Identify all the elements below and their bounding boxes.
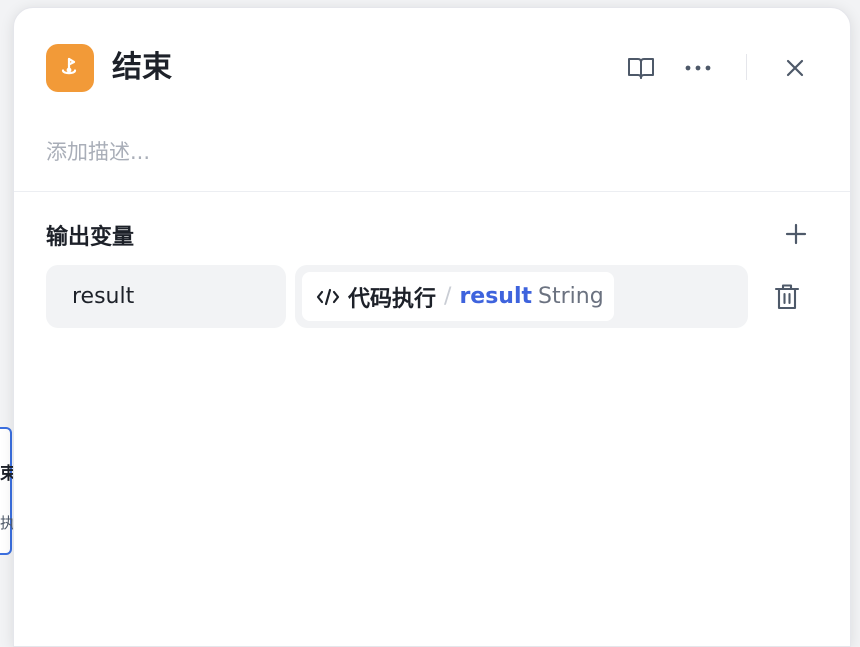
output-variables-title: 输出变量 — [46, 225, 135, 250]
book-icon[interactable] — [625, 52, 657, 84]
section-divider — [14, 191, 850, 192]
reference-node-name: 代码执行 — [348, 286, 437, 312]
code-icon — [316, 287, 340, 307]
background-workflow-node[interactable]: 束 执 — [0, 427, 17, 555]
more-icon[interactable] — [682, 52, 714, 84]
trash-icon — [774, 284, 800, 310]
panel-title: 结束 — [112, 50, 172, 85]
node-settings-panel: 结束 添加描述... 输出变量 result 代码执行 / result Str… — [13, 7, 851, 647]
reference-variable-type: String — [538, 284, 604, 309]
end-node-icon — [46, 44, 94, 92]
variable-reference-chip[interactable]: 代码执行 / result String — [302, 272, 614, 321]
reference-separator: / — [444, 284, 452, 309]
close-icon[interactable] — [779, 52, 811, 84]
add-variable-button[interactable] — [780, 218, 812, 250]
plus-icon — [785, 223, 807, 245]
header-divider — [746, 54, 747, 80]
reference-variable-name: result — [459, 284, 533, 309]
variable-reference-select[interactable]: 代码执行 / result String — [295, 265, 748, 328]
variable-name-input[interactable]: result — [46, 265, 286, 328]
description-input[interactable]: 添加描述... — [46, 136, 150, 166]
delete-variable-button[interactable] — [771, 281, 803, 313]
